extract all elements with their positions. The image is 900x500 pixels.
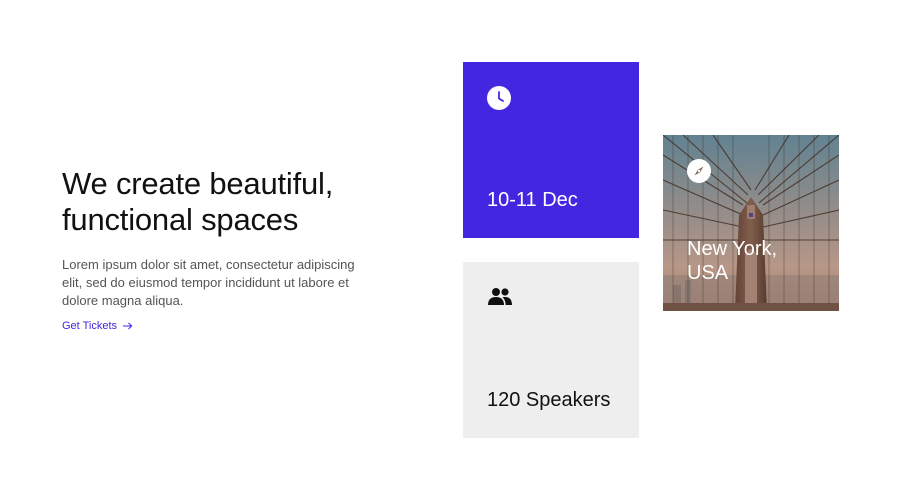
clock-icon	[487, 86, 511, 110]
speakers-card: 120 Speakers	[463, 262, 639, 438]
get-tickets-label: Get Tickets	[62, 320, 118, 332]
compass-icon	[687, 159, 711, 183]
hero-description: Lorem ipsum dolor sit amet, consectetur …	[62, 257, 355, 308]
date-card: 10-11 Dec	[463, 62, 639, 238]
hero-title: We create beautiful, functional spaces	[62, 166, 334, 237]
location-card: New York, USA	[663, 135, 839, 311]
hero-section: We create beautiful, functional spaces L…	[62, 166, 382, 334]
get-tickets-link[interactable]: Get Tickets	[62, 320, 133, 332]
people-icon	[488, 288, 512, 305]
event-dates: 10-11 Dec	[487, 189, 578, 211]
page: We create beautiful, functional spaces L…	[0, 0, 900, 500]
event-location: New York, USA	[687, 238, 778, 284]
arrow-right-icon	[123, 322, 133, 330]
speaker-count: 120 Speakers	[487, 389, 611, 411]
